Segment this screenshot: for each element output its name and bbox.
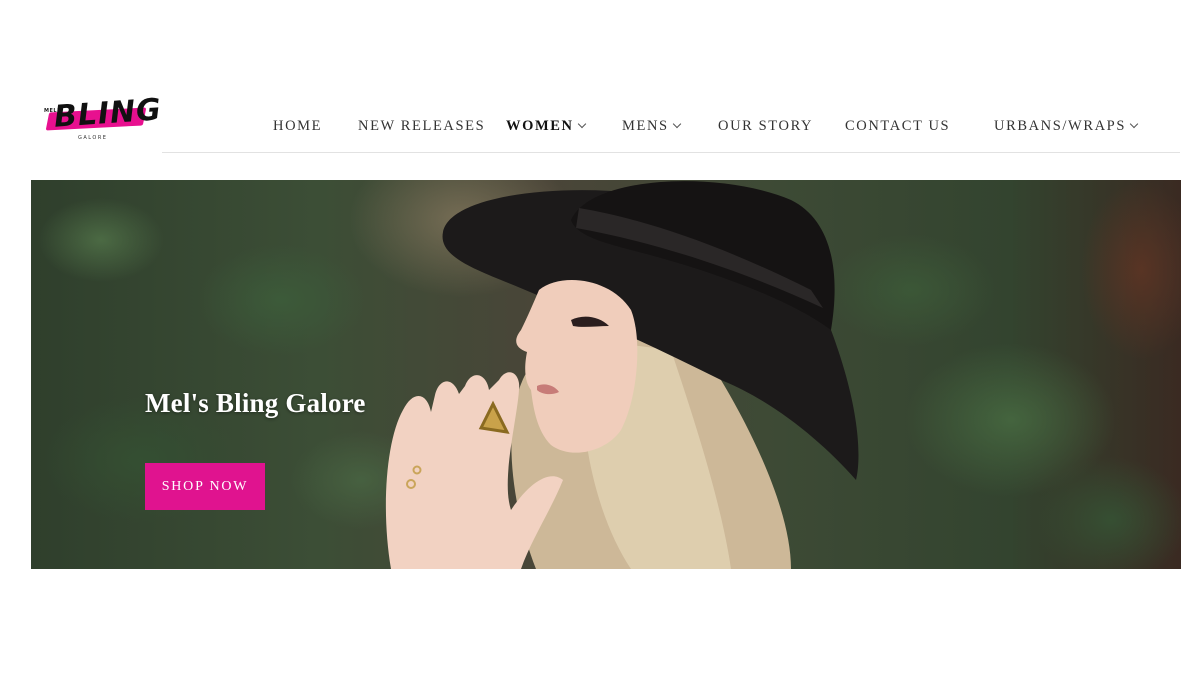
page: MEL'S BLING GALORE HOME NEW RELEASES WOM… [0, 0, 1200, 675]
shop-now-button[interactable]: SHOP NOW [145, 463, 265, 510]
hero-banner: Mel's Bling Galore SHOP NOW [31, 180, 1181, 569]
main-nav: HOME NEW RELEASES WOMEN MENS OUR STORY C… [162, 108, 1180, 153]
hero-title: Mel's Bling Galore [145, 388, 366, 418]
nav-item-label: OUR STORY [718, 118, 814, 134]
nav-item-contact-us[interactable]: CONTACT US [845, 118, 950, 135]
logo-sub-text: GALORE [78, 135, 108, 141]
nav-item-label: URBANS/WRAPS [994, 118, 1127, 134]
brand-logo[interactable]: MEL'S BLING GALORE [42, 92, 163, 146]
nav-item-mens[interactable]: MENS [622, 118, 681, 135]
nav-item-urbans-wraps[interactable]: URBANS/WRAPS [994, 118, 1139, 135]
nav-item-label: HOME [273, 118, 323, 134]
hero-image [385, 181, 859, 569]
chevron-down-icon [672, 119, 681, 129]
nav-item-label: NEW RELEASES [358, 118, 486, 134]
nav-item-label: WOMEN [506, 118, 574, 134]
chevron-down-icon [577, 119, 586, 129]
nav-item-new-releases[interactable]: NEW RELEASES [358, 118, 485, 135]
nav-item-label: MENS [622, 118, 669, 134]
nav-item-women[interactable]: WOMEN [506, 118, 586, 135]
nav-item-our-story[interactable]: OUR STORY [718, 118, 813, 135]
nav-item-label: CONTACT US [845, 118, 951, 134]
nav-item-home[interactable]: HOME [273, 118, 322, 135]
chevron-down-icon [1129, 119, 1139, 129]
logo-main-text: BLING [52, 92, 163, 135]
